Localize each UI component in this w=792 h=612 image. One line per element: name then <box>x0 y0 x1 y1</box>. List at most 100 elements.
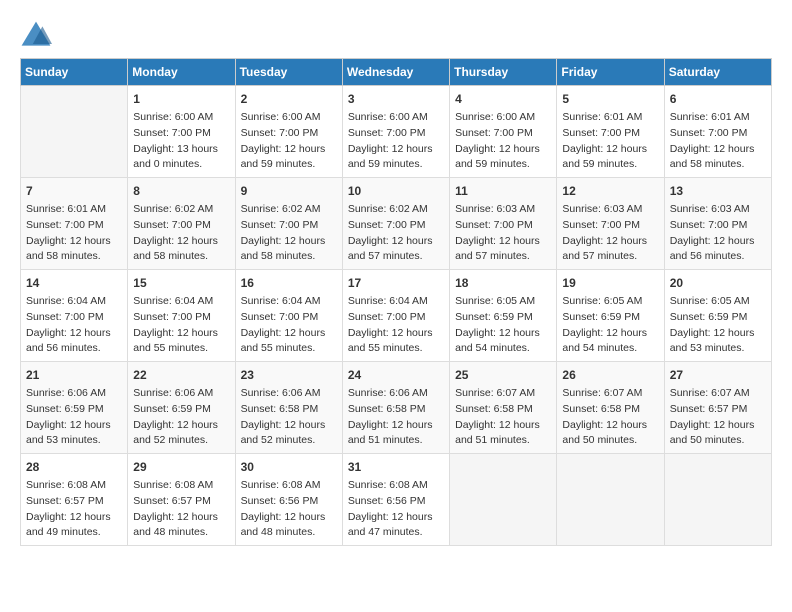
day-info: Sunrise: 6:08 AM Sunset: 6:56 PM Dayligh… <box>348 478 444 541</box>
calendar-cell <box>664 454 771 546</box>
calendar-cell: 7Sunrise: 6:01 AM Sunset: 7:00 PM Daylig… <box>21 178 128 270</box>
day-info: Sunrise: 6:06 AM Sunset: 6:58 PM Dayligh… <box>241 386 337 449</box>
day-number: 9 <box>241 182 337 200</box>
calendar-cell: 8 Sunrise: 6:02 AM Sunset: 7:00 PM Daylig… <box>128 178 235 270</box>
day-info: Sunrise: 6:05 AM Sunset: 6:59 PM Dayligh… <box>670 294 766 357</box>
day-number: 19 <box>562 274 658 292</box>
day-number: 26 <box>562 366 658 384</box>
calendar-cell: 24 Sunrise: 6:06 AM Sunset: 6:58 PM Dayli… <box>342 362 449 454</box>
day-number: 13 <box>670 182 766 200</box>
calendar-cell: 2Sunrise: 6:00 AM Sunset: 7:00 PM Daylig… <box>235 86 342 178</box>
day-info: Sunrise: 6:05 AM Sunset: 6:59 PM Dayligh… <box>455 294 551 357</box>
calendar-cell: 15Sunrise: 6:04 AM Sunset: 7:00 PM Dayli… <box>128 270 235 362</box>
col-header-monday: Monday <box>128 59 235 86</box>
calendar-cell: 25Sunrise: 6:07 AM Sunset: 6:58 PM Dayli… <box>450 362 557 454</box>
col-header-thursday: Thursday <box>450 59 557 86</box>
day-info: Sunrise: 6:05 AM Sunset: 6:59 PM Dayligh… <box>562 294 658 357</box>
day-number: 5 <box>562 90 658 108</box>
day-info: Sunrise: 6:01 AM Sunset: 7:00 PM Dayligh… <box>26 202 122 265</box>
day-number: 27 <box>670 366 766 384</box>
day-info: Sunrise: 6:03 AM Sunset: 7:00 PM Dayligh… <box>455 202 551 265</box>
day-info: Sunrise: 6:08 AM Sunset: 6:56 PM Dayligh… <box>241 478 337 541</box>
day-number: 18 <box>455 274 551 292</box>
calendar-cell: 31 Sunrise: 6:08 AM Sunset: 6:56 PM Dayli… <box>342 454 449 546</box>
col-header-sunday: Sunday <box>21 59 128 86</box>
calendar-cell: 14 Sunrise: 6:04 AM Sunset: 7:00 PM Dayli… <box>21 270 128 362</box>
day-info: Sunrise: 6:01 AM Sunset: 7:00 PM Dayligh… <box>562 110 658 173</box>
day-info: Sunrise: 6:02 AM Sunset: 7:00 PM Dayligh… <box>348 202 444 265</box>
calendar-body: 1 Sunrise: 6:00 AM Sunset: 7:00 PM Daylig… <box>21 86 772 546</box>
calendar-cell: 4 Sunrise: 6:00 AM Sunset: 7:00 PM Daylig… <box>450 86 557 178</box>
calendar-cell: 12 Sunrise: 6:03 AM Sunset: 7:00 PM Dayli… <box>557 178 664 270</box>
day-number: 31 <box>348 458 444 476</box>
day-info: Sunrise: 6:03 AM Sunset: 7:00 PM Dayligh… <box>562 202 658 265</box>
calendar-cell: 27 Sunrise: 6:07 AM Sunset: 6:57 PM Dayli… <box>664 362 771 454</box>
calendar-cell: 22 Sunrise: 6:06 AM Sunset: 6:59 PM Dayli… <box>128 362 235 454</box>
day-number: 10 <box>348 182 444 200</box>
col-header-friday: Friday <box>557 59 664 86</box>
calendar-cell: 1 Sunrise: 6:00 AM Sunset: 7:00 PM Daylig… <box>128 86 235 178</box>
calendar-cell <box>21 86 128 178</box>
day-info: Sunrise: 6:03 AM Sunset: 7:00 PM Dayligh… <box>670 202 766 265</box>
day-info: Sunrise: 6:04 AM Sunset: 7:00 PM Dayligh… <box>133 294 229 357</box>
day-number: 22 <box>133 366 229 384</box>
week-row-2: 14 Sunrise: 6:04 AM Sunset: 7:00 PM Dayli… <box>21 270 772 362</box>
day-number: 8 <box>133 182 229 200</box>
day-number: 17 <box>348 274 444 292</box>
day-info: Sunrise: 6:04 AM Sunset: 7:00 PM Dayligh… <box>348 294 444 357</box>
calendar-cell: 16Sunrise: 6:04 AM Sunset: 7:00 PM Dayli… <box>235 270 342 362</box>
day-number: 30 <box>241 458 337 476</box>
day-number: 23 <box>241 366 337 384</box>
col-header-wednesday: Wednesday <box>342 59 449 86</box>
day-info: Sunrise: 6:07 AM Sunset: 6:58 PM Dayligh… <box>562 386 658 449</box>
calendar-header: SundayMondayTuesdayWednesdayThursdayFrid… <box>21 59 772 86</box>
calendar-cell: 30 Sunrise: 6:08 AM Sunset: 6:56 PM Dayli… <box>235 454 342 546</box>
day-info: Sunrise: 6:02 AM Sunset: 7:00 PM Dayligh… <box>133 202 229 265</box>
day-number: 11 <box>455 182 551 200</box>
calendar-cell: 29 Sunrise: 6:08 AM Sunset: 6:57 PM Dayli… <box>128 454 235 546</box>
header-row: SundayMondayTuesdayWednesdayThursdayFrid… <box>21 59 772 86</box>
calendar-cell: 21Sunrise: 6:06 AM Sunset: 6:59 PM Dayli… <box>21 362 128 454</box>
week-row-0: 1 Sunrise: 6:00 AM Sunset: 7:00 PM Daylig… <box>21 86 772 178</box>
day-number: 20 <box>670 274 766 292</box>
day-info: Sunrise: 6:00 AM Sunset: 7:00 PM Dayligh… <box>241 110 337 173</box>
day-info: Sunrise: 6:07 AM Sunset: 6:57 PM Dayligh… <box>670 386 766 449</box>
calendar-cell: 28 Sunrise: 6:08 AM Sunset: 6:57 PM Dayli… <box>21 454 128 546</box>
calendar-cell: 26 Sunrise: 6:07 AM Sunset: 6:58 PM Dayli… <box>557 362 664 454</box>
calendar-cell: 5 Sunrise: 6:01 AM Sunset: 7:00 PM Daylig… <box>557 86 664 178</box>
week-row-3: 21Sunrise: 6:06 AM Sunset: 6:59 PM Dayli… <box>21 362 772 454</box>
day-number: 25 <box>455 366 551 384</box>
day-info: Sunrise: 6:08 AM Sunset: 6:57 PM Dayligh… <box>26 478 122 541</box>
calendar-cell: 17 Sunrise: 6:04 AM Sunset: 7:00 PM Dayli… <box>342 270 449 362</box>
day-info: Sunrise: 6:06 AM Sunset: 6:59 PM Dayligh… <box>133 386 229 449</box>
col-header-tuesday: Tuesday <box>235 59 342 86</box>
day-info: Sunrise: 6:08 AM Sunset: 6:57 PM Dayligh… <box>133 478 229 541</box>
day-info: Sunrise: 6:06 AM Sunset: 6:59 PM Dayligh… <box>26 386 122 449</box>
calendar-cell <box>450 454 557 546</box>
day-number: 3 <box>348 90 444 108</box>
logo <box>20 20 56 48</box>
day-number: 16 <box>241 274 337 292</box>
day-info: Sunrise: 6:00 AM Sunset: 7:00 PM Dayligh… <box>455 110 551 173</box>
day-info: Sunrise: 6:00 AM Sunset: 7:00 PM Dayligh… <box>133 110 229 173</box>
day-number: 29 <box>133 458 229 476</box>
day-number: 24 <box>348 366 444 384</box>
calendar-cell: 19 Sunrise: 6:05 AM Sunset: 6:59 PM Dayli… <box>557 270 664 362</box>
calendar-cell <box>557 454 664 546</box>
col-header-saturday: Saturday <box>664 59 771 86</box>
day-number: 1 <box>133 90 229 108</box>
week-row-1: 7Sunrise: 6:01 AM Sunset: 7:00 PM Daylig… <box>21 178 772 270</box>
day-info: Sunrise: 6:06 AM Sunset: 6:58 PM Dayligh… <box>348 386 444 449</box>
week-row-4: 28 Sunrise: 6:08 AM Sunset: 6:57 PM Dayli… <box>21 454 772 546</box>
day-info: Sunrise: 6:02 AM Sunset: 7:00 PM Dayligh… <box>241 202 337 265</box>
calendar-cell: 6Sunrise: 6:01 AM Sunset: 7:00 PM Daylig… <box>664 86 771 178</box>
day-number: 28 <box>26 458 122 476</box>
calendar-cell: 13 Sunrise: 6:03 AM Sunset: 7:00 PM Dayli… <box>664 178 771 270</box>
day-number: 4 <box>455 90 551 108</box>
day-info: Sunrise: 6:04 AM Sunset: 7:00 PM Dayligh… <box>26 294 122 357</box>
day-number: 14 <box>26 274 122 292</box>
day-number: 6 <box>670 90 766 108</box>
day-info: Sunrise: 6:00 AM Sunset: 7:00 PM Dayligh… <box>348 110 444 173</box>
logo-icon <box>20 20 52 48</box>
day-number: 12 <box>562 182 658 200</box>
